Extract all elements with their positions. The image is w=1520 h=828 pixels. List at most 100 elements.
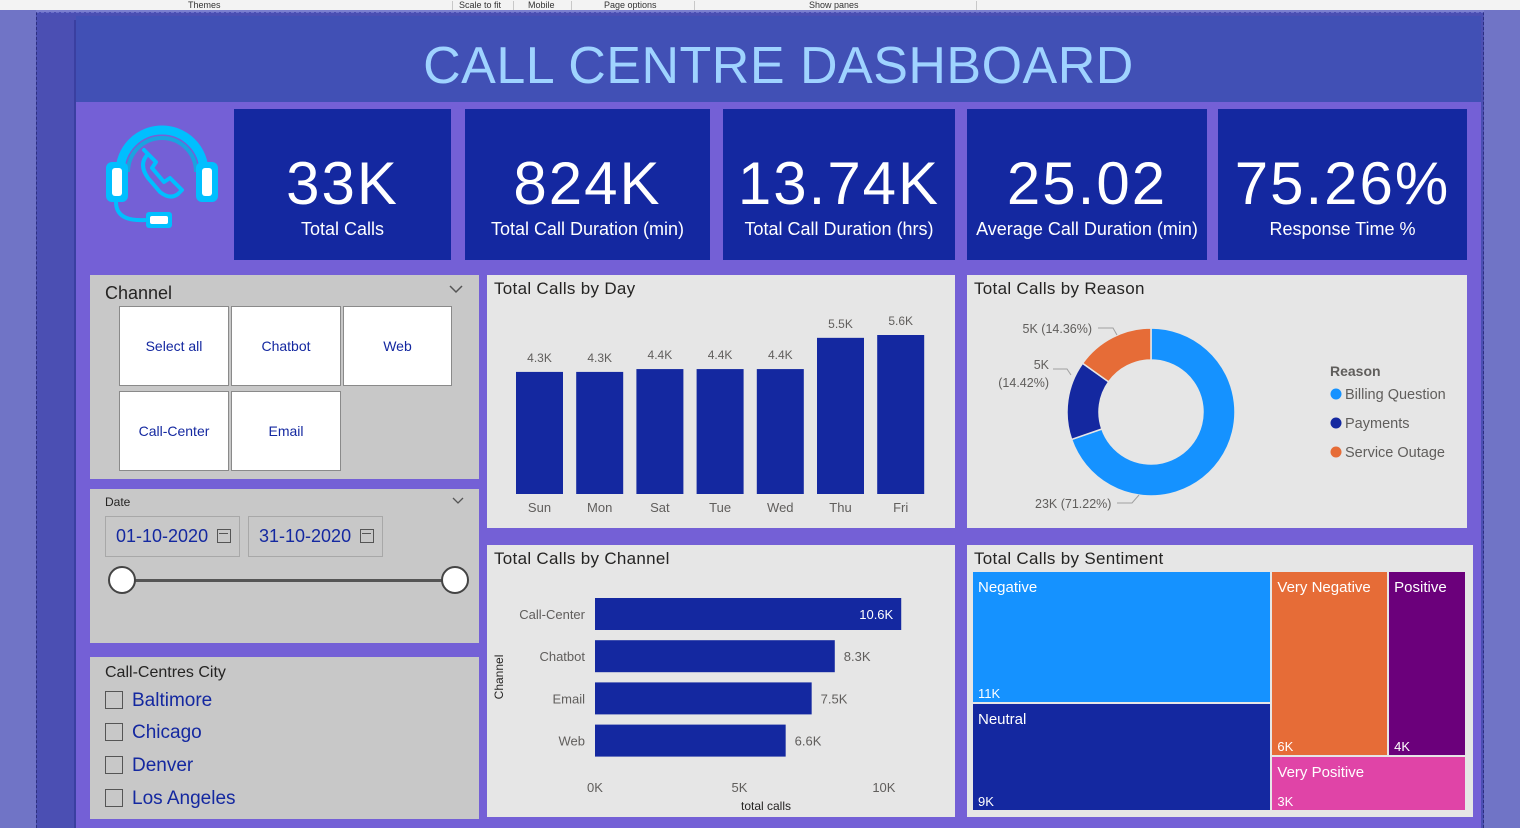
treemap-value-label: 4K [1394, 738, 1411, 754]
date-range-start-handle[interactable] [108, 566, 136, 594]
bar [877, 335, 925, 494]
kpi-total-calls: 33K Total Calls [234, 109, 451, 260]
canvas-margin-left [0, 10, 36, 828]
kpi-total-duration-min: 824K Total Call Duration (min) [465, 109, 710, 260]
page-title: CALL CENTRE DASHBOARD [423, 37, 1134, 95]
ribbon-themes[interactable]: Themes [188, 0, 221, 10]
end-date-field[interactable]: 31-10-2020 [248, 516, 383, 557]
x-tick-label: Fri [893, 500, 908, 515]
checkbox[interactable] [105, 691, 123, 709]
bar [636, 369, 684, 494]
calls-by-channel-plot: Call-Center 10.6K Chatbot 8.3K Email 7.5K Web 6… [492, 598, 902, 813]
bar-data-label: 8.3K [844, 649, 871, 664]
slicer-title: Call-Centres City [105, 664, 226, 681]
bar [595, 598, 902, 630]
city-item-los-angeles[interactable]: Los Angeles [105, 788, 305, 810]
slicer-title: Channel [105, 283, 173, 303]
bar [756, 369, 804, 494]
ribbon-page-options[interactable]: Page options [604, 0, 657, 10]
y-tick-label: Chatbot [539, 649, 585, 664]
kpi-value: 25.02 [1006, 150, 1168, 217]
bar-data-label: 4.3K [587, 351, 612, 365]
bar-data-label: 5.6K [888, 314, 913, 328]
treemap-tile[interactable]: Very Negative 6K [1272, 572, 1388, 755]
y-tick-label: Web [559, 734, 586, 749]
treemap-category-label: Very Negative [1277, 579, 1371, 596]
x-tick-label: 5K [731, 780, 747, 795]
calendar-icon[interactable] [360, 529, 374, 543]
treemap-value-label: 3K [1277, 793, 1294, 809]
calls-by-reason-plot: 23K (71.22%) 5K (14.42%) 5K (14.36%) Reason B… [998, 322, 1446, 511]
kpi-value: 13.74K [737, 150, 941, 217]
kpi-value: 824K [513, 150, 662, 217]
kpi-label: Total Call Duration (hrs) [744, 219, 934, 239]
legend-marker [1330, 446, 1342, 458]
checkbox[interactable] [105, 723, 123, 741]
tile-email[interactable]: Email [231, 391, 341, 471]
checkbox[interactable] [105, 789, 123, 807]
treemap-tile[interactable]: Negative 11K [973, 572, 1271, 702]
date-range-end-handle[interactable] [441, 566, 469, 594]
treemap-tile[interactable]: Positive 4K [1389, 572, 1465, 755]
kpi-average-duration: 25.02 Average Call Duration (min) [967, 109, 1207, 260]
city-label: Baltimore [132, 690, 213, 711]
ribbon-scale-to-fit[interactable]: Scale to fit [459, 0, 501, 10]
kpi-total-duration-hrs: 13.74K Total Call Duration (hrs) [723, 109, 955, 260]
kpi-value: 75.26% [1234, 150, 1451, 217]
headset-phone-icon [100, 106, 224, 236]
bar-data-label: 5.5K [828, 317, 853, 331]
slice-data-label: 5K [1034, 358, 1050, 372]
date-range-track[interactable] [122, 579, 456, 582]
treemap-tile[interactable]: Very Positive 3K [1272, 756, 1465, 810]
treemap-category-label: Positive [1394, 579, 1447, 596]
bar-data-label: 4.4K [708, 348, 733, 362]
leader-line [1098, 327, 1118, 336]
bar-data-label: 4.3K [527, 351, 552, 365]
tile-call-center[interactable]: Call-Center [119, 391, 229, 471]
slice-data-label: 5K (14.36%) [1023, 322, 1092, 336]
chart-title: Total Calls by Sentiment [974, 549, 1164, 568]
legend-marker [1330, 417, 1342, 429]
kpi-label: Response Time % [1269, 219, 1416, 239]
bar [595, 724, 786, 757]
ribbon-show-panes[interactable]: Show panes [809, 0, 859, 10]
checkbox[interactable] [105, 756, 123, 774]
kpi-label: Average Call Duration (min) [976, 219, 1198, 239]
chevron-down-icon[interactable] [448, 283, 464, 295]
y-axis-title: Channel [492, 655, 506, 700]
treemap-category-label: Neutral [978, 711, 1027, 728]
tile-select-all[interactable]: Select all [119, 306, 229, 386]
treemap-value-label: 9K [978, 794, 994, 809]
y-tick-label: Call-Center [519, 607, 585, 622]
city-item-denver[interactable]: Denver [105, 755, 305, 777]
tile-chatbot[interactable]: Chatbot [231, 306, 341, 386]
tile-web[interactable]: Web [343, 306, 452, 386]
date-slicer: Date [90, 489, 479, 643]
ribbon-bar: Themes Scale to fit Mobile Page options … [0, 0, 1520, 10]
bar-data-label: 4.4K [768, 348, 793, 362]
bar [576, 371, 624, 494]
end-date-value: 31-10-2020 [259, 526, 352, 546]
treemap-category-label: Negative [978, 579, 1038, 596]
ribbon-mobile[interactable]: Mobile [528, 0, 555, 10]
treemap-tile[interactable]: Neutral 9K [973, 704, 1271, 810]
x-tick-label: Sat [650, 500, 670, 515]
kpi-response-time: 75.26% Response Time % [1218, 109, 1467, 260]
leader-line [1117, 494, 1140, 504]
start-date-field[interactable]: 01-10-2020 [105, 516, 240, 557]
x-tick-label: Tue [709, 500, 731, 515]
legend-label: Service Outage [1345, 445, 1445, 461]
city-item-chicago[interactable]: Chicago [105, 722, 305, 744]
legend-label: Billing Question [1345, 387, 1446, 403]
city-item-baltimore[interactable]: Baltimore [105, 690, 305, 712]
y-tick-label: Email [552, 691, 585, 706]
bar [595, 640, 835, 673]
legend-marker [1330, 388, 1342, 400]
kpi-value: 33K [286, 150, 399, 217]
slicer-title: Date [105, 495, 131, 509]
slice-data-label: 23K (71.22%) [1035, 497, 1111, 511]
calendar-icon[interactable] [217, 529, 231, 543]
chevron-down-icon[interactable] [452, 496, 464, 505]
legend-label: Payments [1345, 416, 1409, 432]
bar-data-label: 4.4K [648, 348, 673, 362]
